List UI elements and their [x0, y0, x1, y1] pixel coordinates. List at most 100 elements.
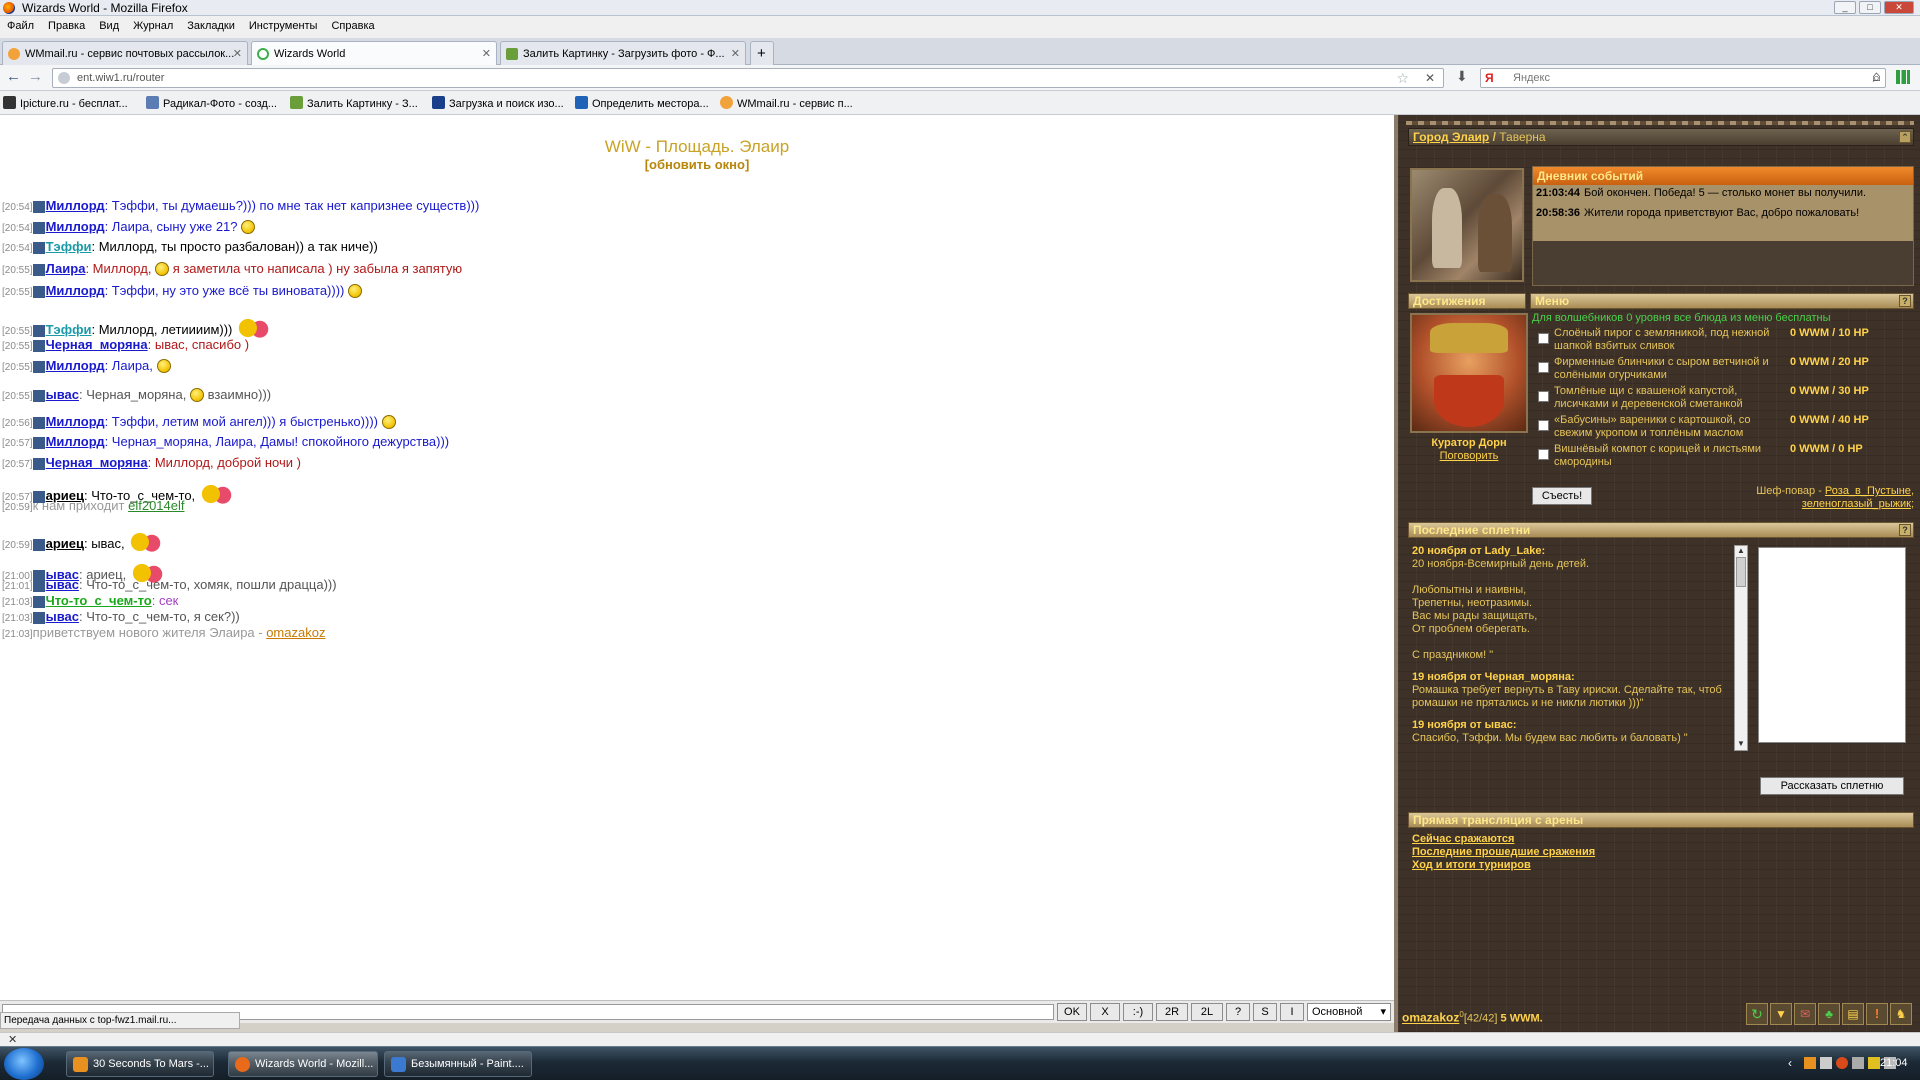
book-icon[interactable]: ▤	[1842, 1003, 1864, 1025]
menu-edit[interactable]: Правка	[41, 16, 92, 32]
menu-view[interactable]: Вид	[92, 16, 126, 32]
collapse-icon[interactable]: ⌃	[1899, 131, 1911, 143]
search-input[interactable]: Я Яндекс ⌕	[1480, 68, 1886, 88]
refresh-icon[interactable]: ↻	[1746, 1003, 1768, 1025]
dish-checkbox[interactable]	[1538, 362, 1549, 373]
alert-icon[interactable]: !	[1866, 1003, 1888, 1025]
chat-username[interactable]: Черная_моряна	[46, 455, 148, 470]
chat-username[interactable]: Миллорд	[46, 358, 105, 373]
clock[interactable]: 21:04	[1880, 1057, 1908, 1069]
chat-username[interactable]: Миллорд	[46, 198, 105, 213]
taskbar-item-firefox[interactable]: Wizards World - Mozill...	[228, 1051, 378, 1077]
smiles-button[interactable]: :-)	[1123, 1003, 1153, 1021]
antivirus-icon[interactable]	[1836, 1057, 1848, 1069]
channel-select[interactable]: Основной ▾	[1307, 1003, 1391, 1021]
send-ok-button[interactable]: OK	[1057, 1003, 1087, 1021]
tell-gossip-button[interactable]: Рассказать сплетню	[1760, 777, 1904, 795]
dish-checkbox[interactable]	[1538, 420, 1549, 431]
menu-bookmarks[interactable]: Закладки	[180, 16, 242, 32]
taskbar-item-paint[interactable]: Безымянный - Paint....	[384, 1051, 532, 1077]
help-icon[interactable]: ?	[1899, 524, 1911, 536]
chat-username[interactable]: Миллорд	[46, 434, 105, 449]
city-link[interactable]: Город Элаир	[1413, 130, 1489, 144]
bookmark-radikal[interactable]: Радикал-Фото - созд...	[146, 96, 277, 110]
forward-arrow-icon[interactable]: →	[28, 68, 43, 85]
chat-username[interactable]: Миллорд	[46, 414, 105, 429]
chat-username[interactable]: Черная_моряна	[46, 337, 148, 352]
start-button[interactable]	[4, 1048, 44, 1080]
chat-username[interactable]: ывас	[46, 577, 79, 592]
home-icon[interactable]: ⌂	[1872, 68, 1881, 85]
minimize-button[interactable]: _	[1834, 1, 1856, 14]
network-icon[interactable]	[1820, 1057, 1832, 1069]
arena-now-link[interactable]: Сейчас сражаются	[1412, 833, 1595, 846]
dish-checkbox[interactable]	[1538, 391, 1549, 402]
bookmark-ip-locate[interactable]: Определить местора...	[575, 96, 709, 110]
taskbar-item-music[interactable]: 30 Seconds To Mars -...	[66, 1051, 214, 1077]
menu-tools[interactable]: Инструменты	[242, 16, 325, 32]
player-link[interactable]: elf2014elf	[128, 498, 184, 513]
bookmark-wmmail[interactable]: WMmail.ru - сервис п...	[720, 96, 853, 110]
help-icon[interactable]: ?	[1899, 295, 1911, 307]
2l-button[interactable]: 2L	[1191, 1003, 1223, 1021]
filter-icon[interactable]: ▼	[1770, 1003, 1792, 1025]
s-button[interactable]: S	[1253, 1003, 1277, 1021]
eat-button[interactable]: Съесть!	[1532, 487, 1592, 505]
close-icon[interactable]: ✕	[8, 1033, 17, 1046]
help-button[interactable]: ?	[1226, 1003, 1250, 1021]
talk-link[interactable]: Поговорить	[1408, 450, 1530, 462]
chat-username[interactable]: Лаира	[46, 261, 86, 276]
bookmark-upload-search[interactable]: Загрузка и поиск изо...	[432, 96, 564, 110]
chat-username[interactable]: Миллорд	[46, 219, 105, 234]
mail-icon[interactable]: ✉	[1794, 1003, 1816, 1025]
bookmark-star-icon[interactable]: ☆	[1396, 70, 1409, 87]
clear-button[interactable]: X	[1090, 1003, 1120, 1021]
new-tab-button[interactable]: +	[750, 41, 774, 65]
stop-icon[interactable]: ✕	[1425, 71, 1435, 85]
chat-username[interactable]: Миллорд	[46, 283, 105, 298]
chat-username[interactable]: Тэффи	[46, 322, 92, 337]
tab-wmmail[interactable]: WMmail.ru - сервис почтовых рассылок... …	[2, 41, 248, 65]
chat-username[interactable]: ывас	[46, 387, 79, 402]
dish-checkbox[interactable]	[1538, 333, 1549, 344]
maximize-button[interactable]: □	[1859, 1, 1881, 14]
chat-username[interactable]: ариец	[46, 536, 84, 551]
back-arrow-icon[interactable]: ←	[6, 68, 21, 85]
language-icon[interactable]	[1852, 1057, 1864, 1069]
2r-button[interactable]: 2R	[1156, 1003, 1188, 1021]
character-icon[interactable]: ♞	[1890, 1003, 1912, 1025]
gossip-text-input[interactable]	[1758, 547, 1906, 743]
refresh-window-link[interactable]: [обновить окно]	[0, 157, 1394, 172]
menu-file[interactable]: Файл	[0, 16, 41, 32]
url-bar[interactable]: ent.wiw1.ru/router ☆ ✕	[52, 68, 1444, 88]
arena-tournaments-link[interactable]: Ход и итоги турниров	[1412, 859, 1595, 872]
warning-icon[interactable]	[1868, 1057, 1880, 1069]
tray-app-icon[interactable]	[1804, 1057, 1816, 1069]
yandex-icon[interactable]: Я	[1485, 71, 1494, 85]
chat-username[interactable]: Что-то_с_чем-то	[46, 593, 152, 608]
dish-checkbox[interactable]	[1538, 449, 1549, 460]
bookmark-zalit[interactable]: Залить Картинку - З...	[290, 96, 418, 110]
chef-link-2[interactable]: зеленоглазый_рыжик	[1802, 498, 1911, 510]
url-text[interactable]: ent.wiw1.ru/router	[77, 72, 164, 84]
player-link[interactable]: omazakoz	[266, 625, 325, 640]
site-identity-icon[interactable]	[58, 72, 70, 84]
chat-username[interactable]: ывас	[46, 609, 79, 624]
downloads-icon[interactable]: ⬇	[1456, 68, 1468, 85]
tab-zalit-kartinku[interactable]: Залить Картинку - Загрузить фото - Ф... …	[500, 41, 746, 65]
bookmark-ipicture[interactable]: Ipicture.ru - бесплат...	[3, 96, 128, 110]
chef-link-1[interactable]: Роза_в_Пустыне	[1825, 485, 1911, 497]
menu-history[interactable]: Журнал	[126, 16, 180, 32]
arena-recent-link[interactable]: Последние прошедшие сражения	[1412, 846, 1595, 859]
chat-username[interactable]: Тэффи	[46, 239, 92, 254]
close-tab-icon[interactable]: ✕	[731, 47, 740, 60]
inventory-icon[interactable]: ♣	[1818, 1003, 1840, 1025]
signal-icon[interactable]	[1896, 70, 1910, 84]
tab-wizards-world[interactable]: Wizards World ✕	[251, 41, 497, 66]
close-window-button[interactable]: ✕	[1884, 1, 1914, 14]
menu-help[interactable]: Справка	[324, 16, 381, 32]
i-button[interactable]: I	[1280, 1003, 1304, 1021]
close-tab-icon[interactable]: ✕	[482, 47, 491, 60]
close-tab-icon[interactable]: ✕	[233, 47, 242, 60]
gossip-scrollbar[interactable]: ▲ ▼	[1734, 545, 1748, 751]
